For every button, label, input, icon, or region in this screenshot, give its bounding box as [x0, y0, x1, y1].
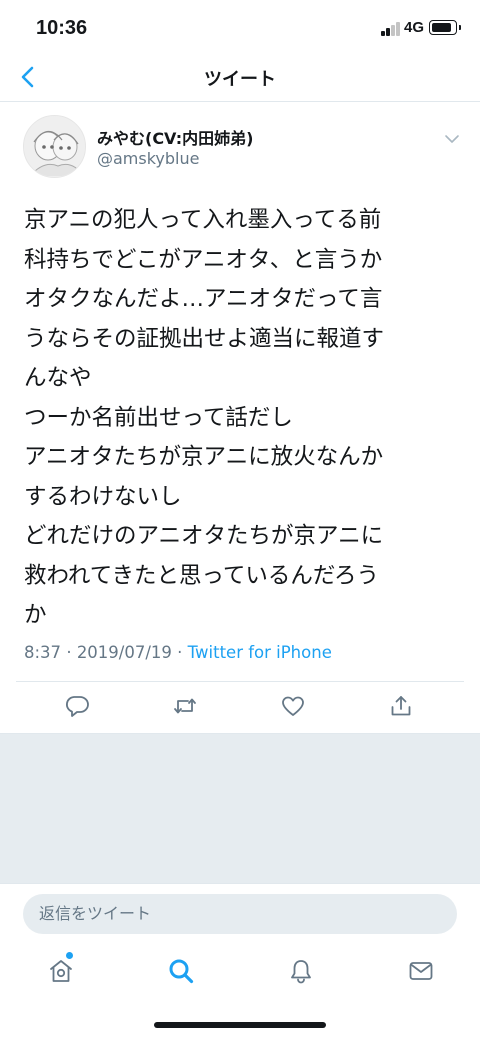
tweet-text-line: オタクなんだよ…アニオタだって言	[24, 286, 383, 312]
avatar-illustration	[24, 116, 85, 177]
home-indicator	[154, 1022, 326, 1028]
user-handle[interactable]: @amskyblue	[97, 149, 199, 168]
network-label: 4G	[404, 19, 425, 36]
nav-header: ツイート	[0, 54, 480, 102]
avatar[interactable]	[23, 115, 86, 178]
tab-messages[interactable]	[407, 957, 435, 985]
tweet-text-line: 救われてきたと思っているんだろう	[24, 562, 380, 589]
status-time: 10:36	[36, 17, 88, 39]
signal-icon	[381, 22, 401, 36]
tab-notifications[interactable]	[287, 957, 315, 985]
reply-icon	[66, 696, 89, 717]
more-options-button[interactable]	[443, 131, 461, 145]
tweet-text-line: んなや	[24, 365, 92, 391]
tweet-text-line: するわけないし	[24, 483, 182, 510]
tweet-time: 8:37	[24, 643, 62, 662]
share-icon	[391, 696, 411, 716]
tweet-text-line: 京アニの犯人って入れ墨入ってる前	[24, 207, 382, 233]
tab-bar	[0, 941, 480, 1001]
mail-icon	[409, 962, 433, 980]
home-icon	[50, 960, 72, 982]
tweet-text: 京アニの犯人って入れ墨入ってる前 科持ちでどこがアニオタ、と言うか オタクなんだ…	[24, 201, 466, 636]
tweet-text-line: どれだけのアニオタたちが京アニに	[24, 523, 384, 549]
tab-home[interactable]	[47, 957, 75, 985]
heart-icon	[282, 696, 304, 716]
reply-bar: 返信をツイート	[0, 883, 480, 941]
tweet-source-link[interactable]: Twitter for iPhone	[188, 643, 332, 662]
empty-replies-area	[0, 733, 480, 883]
tweet-text-line: 科持ちでどこがアニオタ、と言うか	[24, 246, 383, 273]
reply-input[interactable]: 返信をツイート	[23, 894, 457, 934]
retweet-button[interactable]	[172, 693, 198, 719]
chevron-down-icon	[445, 135, 459, 143]
divider	[16, 681, 464, 682]
reply-button[interactable]	[64, 693, 90, 719]
tweet-text-line: アニオタたちが京アニに放火なんか	[24, 444, 384, 470]
battery-icon	[429, 20, 461, 35]
tab-search[interactable]	[167, 957, 195, 985]
tweet-date: 2019/07/19	[76, 643, 172, 662]
tweet-text-line: か	[24, 602, 47, 628]
meta-separator: ·	[66, 643, 72, 662]
tweet-text-line: つーか名前出せって話だし	[24, 404, 293, 431]
page-title: ツイート	[204, 69, 276, 90]
retweet-icon	[174, 698, 196, 714]
notification-dot	[66, 952, 73, 959]
meta-separator: ·	[177, 643, 183, 662]
tweet-text-line: うならその証拠出せよ適当に報道す	[24, 325, 385, 352]
like-button[interactable]	[280, 693, 306, 719]
display-name[interactable]: みやむ(CV:内田姉弟)	[97, 125, 253, 149]
bell-icon	[291, 960, 311, 984]
tweet-meta: 8:37 · 2019/07/19 · Twitter for iPhone	[24, 643, 332, 662]
tweet-actions	[0, 693, 480, 723]
share-button[interactable]	[388, 693, 414, 719]
search-icon	[169, 959, 194, 984]
status-bar: 10:36 4G	[0, 0, 480, 54]
